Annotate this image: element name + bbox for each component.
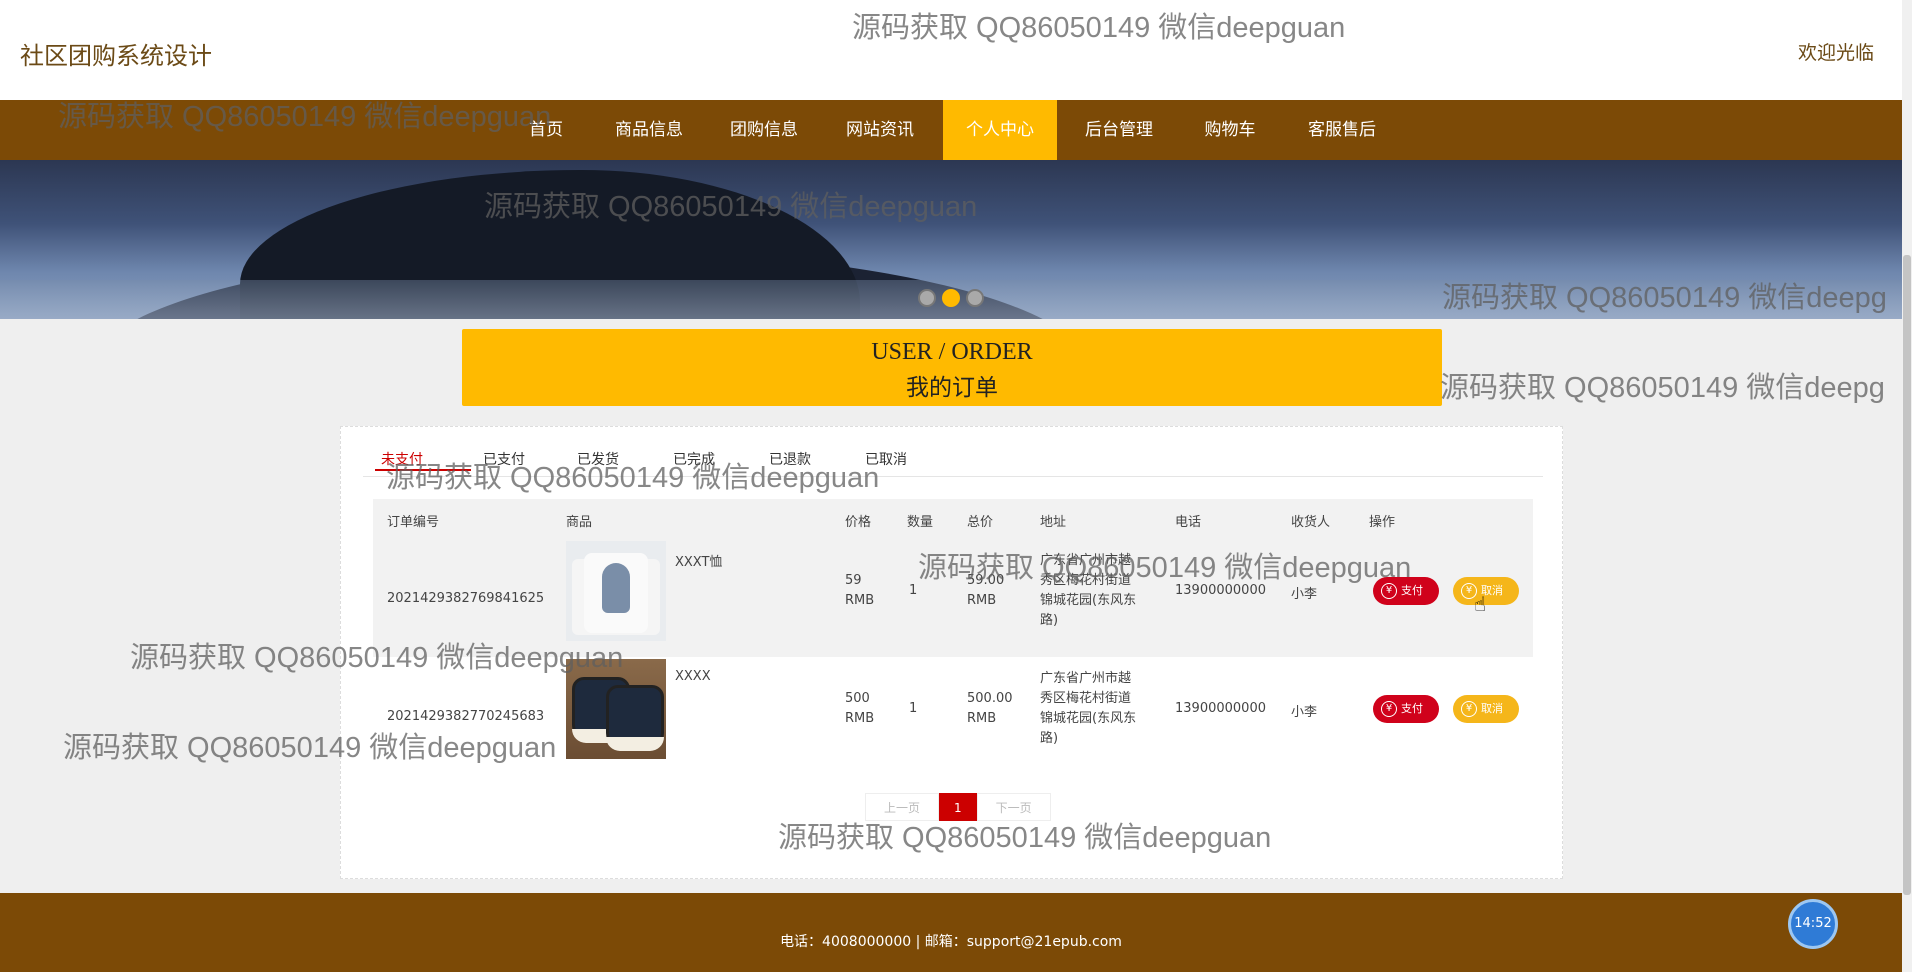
site-header: 社区团购系统设计 欢迎光临 bbox=[0, 0, 1902, 100]
pagination: 上一页 1 下一页 bbox=[865, 793, 1051, 821]
hand-cursor-icon: ☝ bbox=[1474, 592, 1487, 616]
nav-home[interactable]: 首页 bbox=[516, 100, 576, 160]
address-line: 广东省广州市越 bbox=[1040, 553, 1132, 568]
page-number-current[interactable]: 1 bbox=[939, 793, 977, 821]
col-receiver: 收货人 bbox=[1291, 515, 1331, 530]
pay-button-label: 支付 bbox=[1401, 584, 1423, 597]
next-page-button[interactable]: 下一页 bbox=[976, 793, 1051, 821]
site-footer: 电话：4008000000 | 邮箱：support@21epub.com bbox=[0, 893, 1902, 972]
address-line: 广东省广州市越 bbox=[1040, 671, 1132, 686]
phone: 13900000000 bbox=[1175, 583, 1266, 598]
price-unit: RMB bbox=[845, 593, 875, 608]
carousel-dot-1[interactable] bbox=[918, 289, 936, 307]
total-unit: RMB bbox=[967, 593, 997, 608]
tab-cancelled[interactable]: 已取消 bbox=[865, 449, 907, 469]
col-price: 价格 bbox=[845, 515, 872, 530]
nav-customer-service[interactable]: 客服售后 bbox=[1298, 100, 1386, 160]
prev-page-button[interactable]: 上一页 bbox=[865, 793, 940, 821]
nav-admin[interactable]: 后台管理 bbox=[1075, 100, 1163, 160]
clock-widget[interactable]: 14:52 bbox=[1788, 899, 1838, 949]
address-line: 路) bbox=[1040, 613, 1059, 628]
address-line: 锦城花园(东风东 bbox=[1040, 711, 1137, 726]
pay-button[interactable]: ¥ 支付 bbox=[1373, 577, 1439, 605]
nav-cart[interactable]: 购物车 bbox=[1190, 100, 1270, 160]
total-value: 59.00 bbox=[967, 573, 1005, 588]
address-line: 秀区梅花村街道 bbox=[1040, 573, 1132, 588]
table-row: 2021429382769841625 XXXT恤 59 RMB 1 59.00… bbox=[373, 539, 1533, 657]
receiver: 小李 bbox=[1291, 705, 1318, 720]
address-line: 秀区梅花村街道 bbox=[1040, 691, 1132, 706]
welcome-text: 欢迎光临 bbox=[1797, 42, 1874, 64]
total-unit: RMB bbox=[967, 711, 997, 726]
yen-icon: ¥ bbox=[1381, 583, 1397, 599]
order-title-en: USER / ORDER bbox=[871, 339, 1033, 365]
yen-icon: ¥ bbox=[1461, 701, 1477, 717]
tshirt-print bbox=[602, 563, 630, 613]
carousel-dot-2[interactable] bbox=[942, 289, 960, 307]
watermark: 源码获取 QQ86050149 微信deepg bbox=[1440, 372, 1885, 404]
col-order-no: 订单编号 bbox=[387, 515, 440, 530]
order-section-title: USER / ORDER 我的订单 bbox=[462, 329, 1442, 406]
tab-unpaid-label: 未支付 bbox=[381, 452, 423, 468]
sneakers-image[interactable] bbox=[566, 659, 666, 759]
tshirt-image[interactable] bbox=[566, 541, 666, 641]
order-status-tabs: 未支付 已支付 已发货 已完成 已退款 已取消 bbox=[363, 447, 1543, 477]
sneaker-sole bbox=[606, 737, 664, 751]
product-name[interactable]: XXXT恤 bbox=[675, 551, 722, 570]
carousel-dot-3[interactable] bbox=[966, 289, 984, 307]
quantity: 1 bbox=[909, 583, 918, 598]
footer-contact: 电话：4008000000 | 邮箱：support@21epub.com bbox=[780, 934, 1122, 950]
address-line: 路) bbox=[1040, 731, 1059, 746]
nav-products[interactable]: 商品信息 bbox=[605, 100, 693, 160]
cancel-button-label: 取消 bbox=[1481, 702, 1503, 715]
tab-unpaid[interactable]: 未支付 bbox=[375, 449, 471, 471]
phone: 13900000000 bbox=[1175, 701, 1266, 716]
quantity: 1 bbox=[909, 701, 918, 716]
tab-refunded[interactable]: 已退款 bbox=[769, 449, 811, 469]
pay-button-label: 支付 bbox=[1401, 702, 1423, 715]
order-panel: 未支付 已支付 已发货 已完成 已退款 已取消 订单编号 商品 价格 数量 总价… bbox=[340, 426, 1563, 879]
order-number: 2021429382769841625 bbox=[387, 591, 545, 606]
cancel-button[interactable]: ¥ 取消 bbox=[1453, 695, 1519, 723]
price-value: 500 bbox=[845, 691, 870, 706]
carousel-dots bbox=[918, 289, 984, 307]
tab-completed[interactable]: 已完成 bbox=[673, 449, 715, 469]
col-actions: 操作 bbox=[1369, 515, 1396, 530]
price-value: 59 bbox=[845, 573, 862, 588]
total-value: 500.00 bbox=[967, 691, 1013, 706]
col-total: 总价 bbox=[967, 515, 994, 530]
order-title-cn: 我的订单 bbox=[906, 375, 998, 400]
table-header: 订单编号 商品 价格 数量 总价 地址 电话 收货人 操作 bbox=[373, 499, 1533, 539]
sneaker-right bbox=[606, 685, 664, 751]
banner-carousel[interactable] bbox=[0, 160, 1902, 319]
receiver: 小李 bbox=[1291, 587, 1318, 602]
col-phone: 电话 bbox=[1175, 515, 1202, 530]
scrollbar-thumb[interactable] bbox=[1903, 255, 1911, 895]
pay-button[interactable]: ¥ 支付 bbox=[1373, 695, 1439, 723]
col-qty: 数量 bbox=[907, 515, 934, 530]
main-nav: 首页 商品信息 团购信息 网站资讯 个人中心 后台管理 购物车 客服售后 bbox=[0, 100, 1902, 160]
col-address: 地址 bbox=[1040, 515, 1067, 530]
tab-active-underline bbox=[375, 469, 471, 471]
clock-time: 14:52 bbox=[1794, 916, 1832, 931]
nav-news[interactable]: 网站资讯 bbox=[836, 100, 924, 160]
tab-paid[interactable]: 已支付 bbox=[483, 449, 525, 469]
table-row: 2021429382770245683 XXXX 500 RMB 1 500.0… bbox=[373, 657, 1533, 775]
orders-table: 订单编号 商品 价格 数量 总价 地址 电话 收货人 操作 2021429382… bbox=[373, 499, 1533, 775]
product-name[interactable]: XXXX bbox=[675, 669, 711, 684]
yen-icon: ¥ bbox=[1381, 701, 1397, 717]
nav-personal-center[interactable]: 个人中心 bbox=[943, 100, 1057, 160]
price-unit: RMB bbox=[845, 711, 875, 726]
order-number: 2021429382770245683 bbox=[387, 709, 545, 724]
site-title[interactable]: 社区团购系统设计 bbox=[20, 36, 212, 71]
tab-shipped[interactable]: 已发货 bbox=[577, 449, 619, 469]
col-product: 商品 bbox=[566, 515, 593, 530]
nav-group-buy[interactable]: 团购信息 bbox=[720, 100, 808, 160]
address-line: 锦城花园(东风东 bbox=[1040, 593, 1137, 608]
